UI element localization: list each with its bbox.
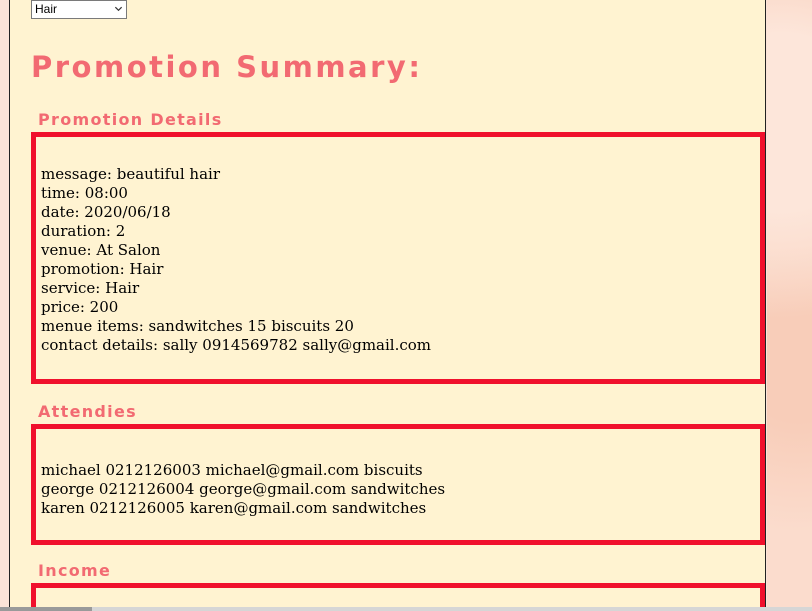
detail-line: menue items: sandwitches 15 biscuits 20	[41, 317, 354, 335]
main-panel: Hair Promotion Summary: Promotion Detail…	[9, 0, 766, 611]
horizontal-scrollbar[interactable]	[0, 607, 812, 611]
detail-line: date: 2020/06/18	[41, 203, 171, 221]
detail-line: duration: 2	[41, 222, 126, 240]
page-background	[767, 0, 812, 611]
income-heading: Income	[38, 561, 112, 580]
scrollbar-thumb[interactable]	[0, 607, 92, 611]
attendees-box: michael 0212126003 michael@gmail.com bis…	[31, 424, 765, 545]
detail-line: promotion: Hair	[41, 260, 164, 278]
promotion-details-heading: Promotion Details	[38, 110, 223, 129]
detail-line: message: beautiful hair	[41, 165, 220, 183]
service-select[interactable]: Hair	[31, 0, 127, 19]
detail-line: venue: At Salon	[41, 241, 161, 259]
chevron-down-icon	[114, 6, 123, 12]
detail-line: contact details: sally 0914569782 sally@…	[41, 336, 431, 354]
page-title: Promotion Summary:	[31, 50, 423, 84]
attendees-heading: Attendies	[38, 402, 137, 421]
attendee-line: karen 0212126005 karen@gmail.com sandwit…	[41, 499, 427, 517]
detail-line: price: 200	[41, 298, 119, 316]
detail-line: service: Hair	[41, 279, 140, 297]
promotion-details-box: message: beautiful hair time: 08:00 date…	[31, 132, 765, 384]
attendee-line: michael 0212126003 michael@gmail.com bis…	[41, 461, 423, 479]
service-select-value: Hair	[35, 2, 58, 16]
detail-line: time: 08:00	[41, 184, 128, 202]
attendee-line: george 0212126004 george@gmail.com sandw…	[41, 480, 446, 498]
